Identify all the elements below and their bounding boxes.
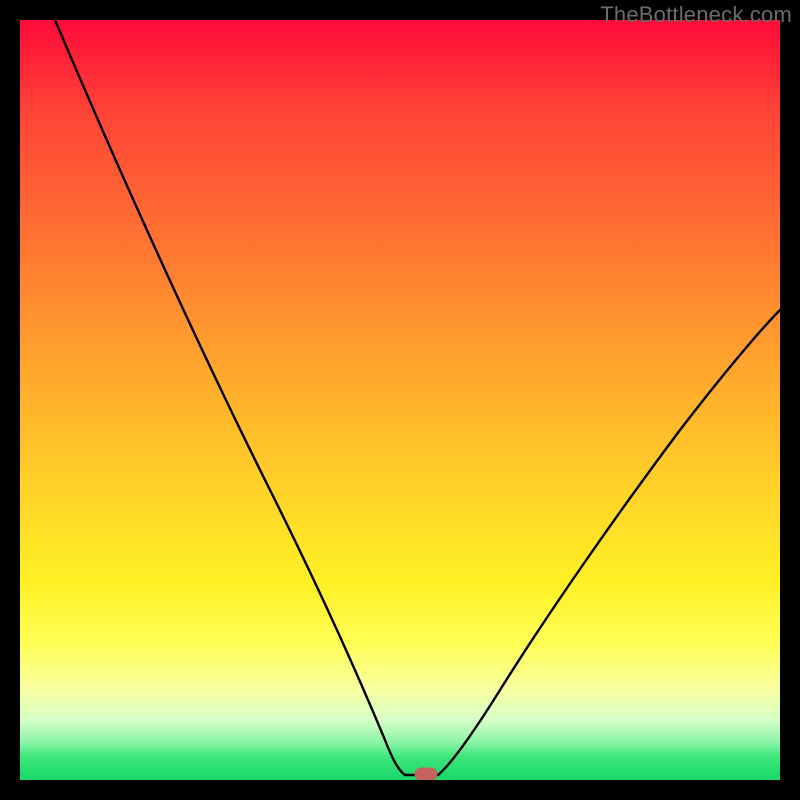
curve-path: [55, 20, 780, 775]
bottleneck-curve: [20, 20, 780, 780]
plot-area: [20, 20, 780, 780]
chart-frame: TheBottleneck.com: [0, 0, 800, 800]
optimum-marker: [415, 768, 437, 780]
watermark-text: TheBottleneck.com: [600, 2, 792, 28]
